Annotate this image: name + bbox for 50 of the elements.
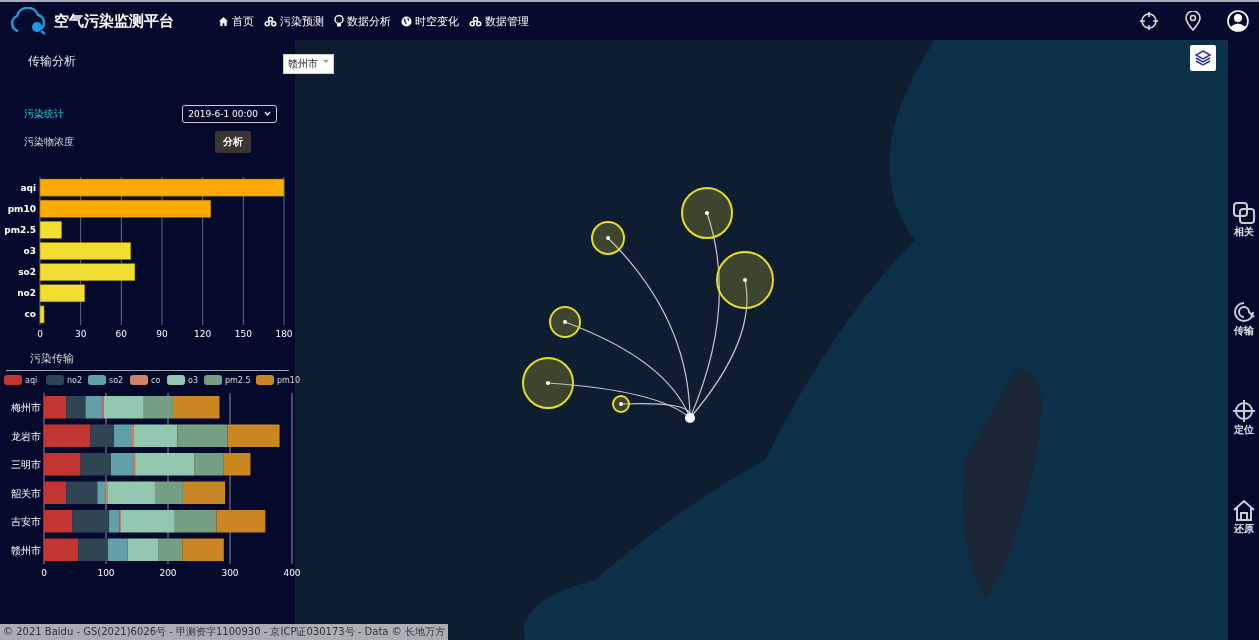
category-label: 三明市: [11, 459, 41, 471]
panel-title: 传输分析: [28, 53, 76, 69]
category-label: co: [24, 309, 36, 320]
sidebar-item[interactable]: 还原: [1232, 499, 1255, 536]
axis-tick-label: 200: [159, 568, 177, 578]
legend-label: co: [151, 376, 161, 385]
city-select[interactable]: 赣州市: [283, 54, 334, 74]
axis-tick-label: 180: [275, 329, 293, 339]
axis-tick-label: 0: [41, 568, 47, 578]
axis-tick-label: 100: [97, 568, 115, 578]
axis-tick-label: 0: [37, 329, 43, 339]
nav-link[interactable]: 首页: [218, 13, 254, 29]
date-select[interactable]: 2019-6-1 00:00: [182, 105, 277, 123]
axis-tick-label: 400: [283, 568, 301, 578]
section-label: 污染物浓度: [24, 135, 74, 149]
sidebar-item[interactable]: 定位: [1232, 400, 1255, 437]
axis-tick-label: 90: [156, 329, 168, 339]
legend-label: pm10: [277, 376, 301, 385]
category-label: pm2.5: [4, 224, 36, 235]
axis-tick-label: 30: [74, 329, 87, 339]
axis-tick-label: 120: [194, 329, 212, 339]
axis-tick-label: 300: [221, 568, 239, 578]
sidebar-item[interactable]: 相关: [1232, 202, 1255, 239]
legend-label: pm2.5: [225, 376, 251, 385]
category-label: 梅州市: [11, 402, 41, 414]
nav-link[interactable]: 数据分析: [334, 13, 391, 29]
copyright-text: © 2021 Baidu - GS(2021)6026号 - 甲测资字1100930 - 京ICP证030173号 - Data © 长地万方: [0, 624, 448, 640]
nav-link[interactable]: 污染预测: [264, 13, 324, 29]
category-label: 吉安市: [11, 516, 41, 528]
stats-label: 污染统计: [24, 107, 64, 121]
category-label: o3: [23, 246, 36, 256]
axis-tick-label: 150: [234, 329, 252, 339]
category-label: 龙岩市: [11, 430, 41, 442]
category-label: so2: [18, 267, 36, 278]
category-label: aqi: [20, 182, 36, 193]
legend-label: aqi: [25, 376, 38, 385]
legend-label: o3: [188, 376, 198, 385]
app-title: 空气污染监测平台: [54, 11, 174, 31]
sidebar-item[interactable]: 传输: [1232, 301, 1255, 338]
category-label: 韶关市: [11, 487, 41, 499]
nav-link[interactable]: 时空变化: [401, 13, 459, 29]
analyze-button[interactable]: 分析: [215, 131, 251, 153]
legend-label: no2: [67, 376, 83, 385]
category-label: pm10: [7, 203, 36, 214]
legend-label: so2: [109, 376, 124, 385]
nav-link[interactable]: 数据管理: [469, 13, 529, 29]
category-label: 赣州市: [11, 544, 41, 556]
axis-tick-label: 60: [115, 329, 128, 339]
category-label: no2: [17, 288, 36, 299]
section-title: 污染传输: [6, 347, 289, 371]
